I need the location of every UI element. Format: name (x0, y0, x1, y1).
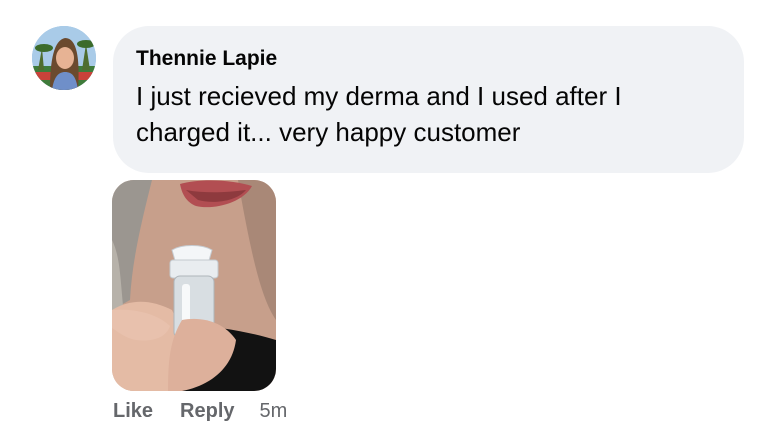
avatar-image (32, 26, 96, 90)
photo-image (112, 180, 276, 391)
comment-bubble: Thennie Lapie I just recieved my derma a… (113, 26, 744, 173)
user-avatar[interactable] (32, 26, 96, 90)
comment: Thennie Lapie I just recieved my derma a… (0, 0, 780, 447)
comment-actions: Like Reply 5m (113, 398, 287, 424)
author-name[interactable]: Thennie Lapie (136, 46, 277, 72)
like-button[interactable]: Like (113, 398, 153, 424)
comment-timestamp[interactable]: 5m (260, 398, 288, 424)
attached-photo[interactable] (112, 180, 276, 391)
comment-text: I just recieved my derma and I used afte… (136, 81, 622, 147)
reply-button[interactable]: Reply (180, 398, 234, 424)
